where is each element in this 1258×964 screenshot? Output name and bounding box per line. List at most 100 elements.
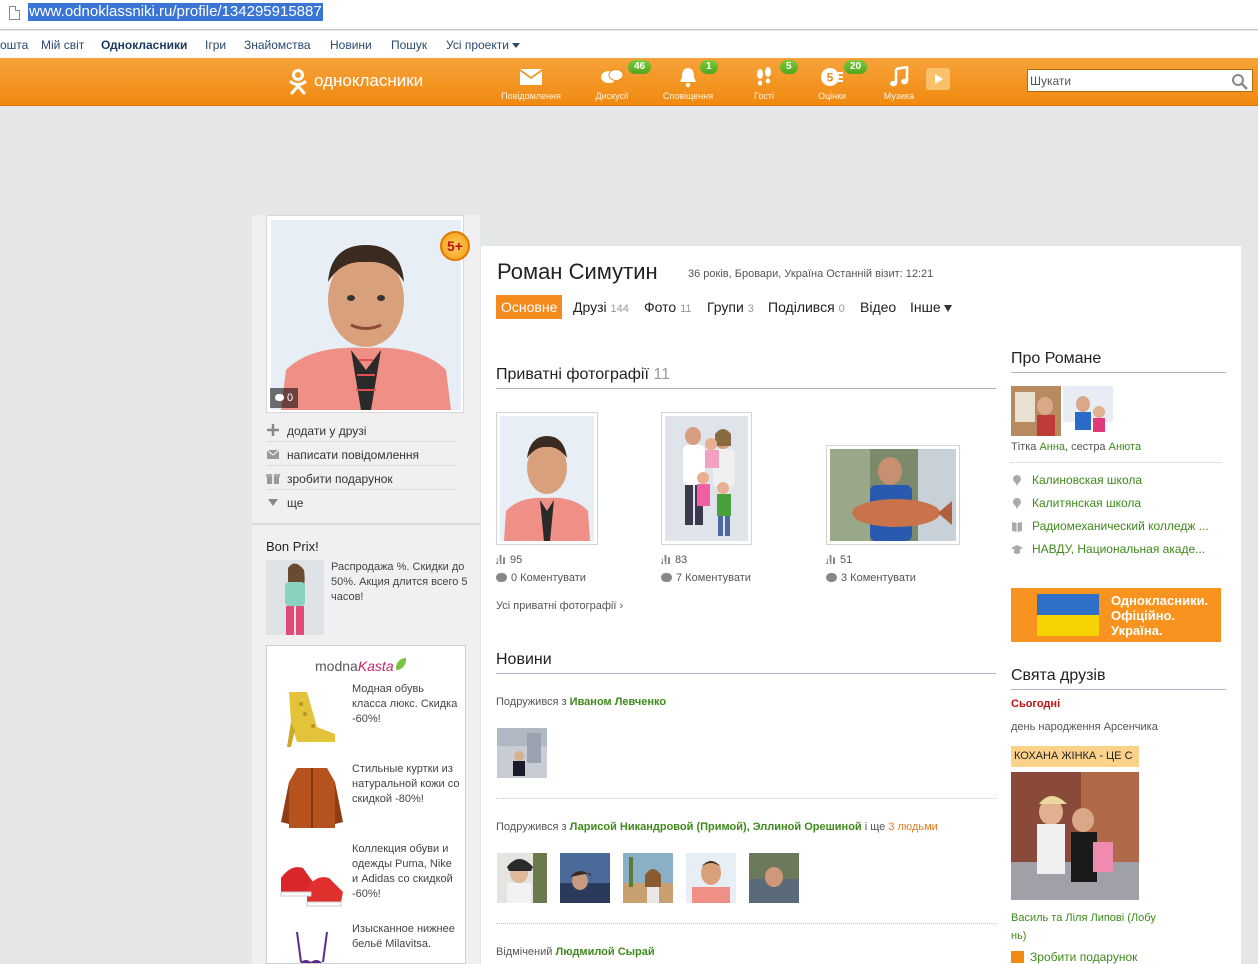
top-link-search[interactable]: Пошук <box>391 38 427 52</box>
nav-guests[interactable]: 5 Гості <box>728 58 800 106</box>
discussions-badge: 46 <box>628 60 652 74</box>
profile-photo[interactable] <box>266 215 464 413</box>
relative-anyuta-link[interactable]: Анюта <box>1109 441 1141 453</box>
news-item-2-photo-4[interactable] <box>686 853 736 903</box>
plus-icon <box>267 424 279 436</box>
search-icon[interactable] <box>1231 73 1248 90</box>
private-photo-2[interactable] <box>661 412 752 545</box>
nav-discussions-label: Дискусії <box>595 91 629 101</box>
holiday-photo[interactable] <box>1011 772 1139 900</box>
private-photo-1-comments-text: 0 Коментувати <box>511 572 586 584</box>
ad-title[interactable]: Bon Prix! <box>266 539 319 554</box>
news-divider <box>496 798 996 799</box>
private-photo-3[interactable] <box>826 445 960 545</box>
friends-holidays-title[interactable]: Свята друзів <box>1011 667 1105 685</box>
private-photo-1[interactable] <box>496 412 598 545</box>
top-link-all-projects[interactable]: Усі проекти <box>446 38 520 52</box>
news-item-3-names[interactable]: Людмилой Сырай <box>555 946 654 958</box>
notifications-badge: 1 <box>700 60 718 74</box>
top-link-odnoklassniki[interactable]: Однокласники <box>101 38 187 52</box>
make-gift-link[interactable]: Зробити подарунок <box>1011 950 1137 964</box>
news-item-2-names[interactable]: Ларисой Никандровой (Примой), Эллиной Ор… <box>570 821 862 833</box>
product-text-sneakers[interactable]: Коллекция обуви и одежды Puma, Nike и Ad… <box>352 842 460 902</box>
tab-video[interactable]: Відео <box>860 295 896 319</box>
nav-ratings[interactable]: 5 20 Оцінки <box>796 58 868 106</box>
product-text-shoes[interactable]: Модная обувь класса люкс. Скидка -60%! <box>352 682 460 727</box>
nav-guests-label: Гості <box>754 91 774 101</box>
holiday-caption[interactable]: Василь та Ліля Липові (Лобу нь) <box>1011 909 1156 945</box>
write-message-label: написати повідомлення <box>287 448 420 462</box>
logo-text: однокласники <box>314 71 424 90</box>
holiday-event[interactable]: день народження Арсенчика <box>1011 721 1158 733</box>
private-photo-3-comments-text: 3 Коментувати <box>841 572 916 584</box>
news-title[interactable]: Новини <box>496 651 552 669</box>
product-image-sneakers[interactable] <box>277 842 347 912</box>
all-projects-label: Усі проекти <box>446 38 509 52</box>
tab-photos[interactable]: Фото 11 <box>644 295 691 319</box>
school-kalinovska[interactable]: Калиновская школа <box>1011 473 1219 489</box>
top-link-mail[interactable]: ошта <box>0 38 28 52</box>
news-item-2-photo-5[interactable] <box>749 853 799 903</box>
relative-photo-1[interactable] <box>1011 386 1061 436</box>
pin-icon <box>1013 475 1021 486</box>
photo-comment-count-value: 0 <box>287 392 294 404</box>
news-item-2-photo-3[interactable] <box>623 853 673 903</box>
address-bar[interactable]: www.odnoklassniki.ru/profile/13429591588… <box>0 0 1258 30</box>
comment-icon <box>826 573 837 582</box>
top-link-my-world[interactable]: Мій світ <box>41 38 84 52</box>
product-image-shoes[interactable] <box>277 682 347 752</box>
news-item-2-more-link[interactable]: 3 людьми <box>888 821 937 833</box>
ratings-icon: 5 <box>821 68 843 86</box>
ukraine-official-banner[interactable]: Однокласники. Офіційно. Україна. <box>1011 588 1221 642</box>
relative-photo-2[interactable] <box>1063 386 1113 436</box>
ad-text[interactable]: Распродажа %. Скидки до 50%. Акция длитс… <box>331 560 469 605</box>
tab-groups[interactable]: Групи 3 <box>707 295 754 319</box>
school-radiomechanical-college[interactable]: Радиомеханический колледж ... <box>1011 519 1219 535</box>
nav-messages[interactable]: Повідомлення <box>495 58 567 106</box>
holiday-tag[interactable]: КОХАНА ЖІНКА - ЦЕ С <box>1011 746 1139 767</box>
more-action[interactable]: ще <box>266 490 456 514</box>
private-photo-2-comments[interactable]: 7 Коментувати <box>661 572 751 584</box>
nav-discussions[interactable]: 46 Дискусії <box>576 58 652 106</box>
tab-main[interactable]: Основне <box>496 295 563 319</box>
product-image-jacket[interactable] <box>277 762 347 832</box>
private-photo-1-comments[interactable]: 0 Коментувати <box>496 572 586 584</box>
search-input[interactable] <box>1030 72 1226 89</box>
ad-image[interactable] <box>266 560 324 635</box>
news-item-3-prefix: Відмічений <box>496 946 556 958</box>
nav-notifications[interactable]: 1 Сповіщення <box>652 58 724 106</box>
modnakasta-logo[interactable]: modnaKasta <box>315 658 406 674</box>
private-photo-1-image <box>500 416 594 541</box>
photo-comment-count[interactable]: 0 <box>270 388 299 408</box>
add-friend-action[interactable]: додати у друзі <box>266 418 456 442</box>
comment-icon <box>661 573 672 582</box>
play-icon[interactable] <box>926 68 950 90</box>
private-photo-3-comments[interactable]: 3 Коментувати <box>826 572 916 584</box>
top-link-dating[interactable]: Знайомства <box>244 38 311 52</box>
school-navdu[interactable]: НАВДУ, Национальная акаде... <box>1011 542 1219 558</box>
tab-friends[interactable]: Друзі 144 <box>573 295 629 319</box>
news-item-2-photo-2[interactable] <box>560 853 610 903</box>
tab-shared[interactable]: Поділився 0 <box>768 295 845 319</box>
tab-other[interactable]: Інше <box>910 295 952 319</box>
make-gift-action[interactable]: зробити подарунок <box>266 466 456 490</box>
write-message-action[interactable]: написати повідомлення <box>266 442 456 466</box>
url-text[interactable]: www.odnoklassniki.ru/profile/13429591588… <box>28 3 323 21</box>
nav-music[interactable]: Музика <box>863 58 935 106</box>
product-image-lingerie[interactable] <box>277 922 347 963</box>
about-title[interactable]: Про Романе <box>1011 350 1101 368</box>
all-private-photos-link[interactable]: Усі приватні фотографії › <box>496 600 623 612</box>
news-item-1-names[interactable]: Иваном Левченко <box>570 696 666 708</box>
section-divider <box>496 388 996 389</box>
product-text-jacket[interactable]: Стильные куртки из натуральной кожи со с… <box>352 762 460 807</box>
product-text-lingerie[interactable]: Изысканное нижнее бельё Milavitsa. <box>352 922 460 952</box>
chevron-down-icon <box>943 304 952 312</box>
news-item-2-photo-1[interactable] <box>497 853 547 903</box>
top-link-games[interactable]: Ігри <box>205 38 226 52</box>
private-photos-title[interactable]: Приватні фотографії 11 <box>496 366 670 384</box>
five-plus-badge[interactable]: 5+ <box>440 231 470 261</box>
relative-anna-link[interactable]: Анна <box>1039 441 1065 453</box>
news-item-1-photo[interactable] <box>497 728 547 778</box>
top-link-news[interactable]: Новини <box>330 38 372 52</box>
school-kalityanska[interactable]: Калитянская школа <box>1011 496 1219 512</box>
